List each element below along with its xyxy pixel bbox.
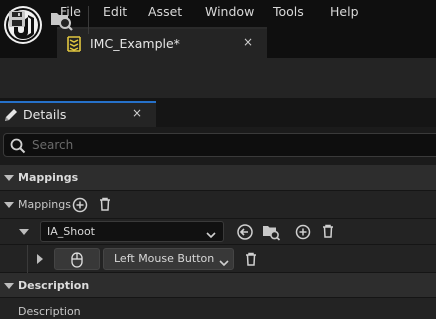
mappings-label: Mappings [18, 198, 71, 211]
menu-asset[interactable]: Asset [148, 4, 182, 19]
category-mappings[interactable]: Mappings [0, 165, 436, 191]
tab-close-icon[interactable]: × [243, 35, 253, 49]
description-row: Description [0, 298, 436, 319]
collapse-arrow-icon[interactable] [4, 283, 14, 289]
key-mapping-row: Left Mouse Button [0, 245, 436, 273]
input-action-dropdown[interactable]: IA_Shoot [40, 221, 224, 242]
menu-window[interactable]: Window [205, 4, 254, 19]
expand-arrow-right-icon[interactable] [37, 254, 43, 264]
menu-edit[interactable]: Edit [103, 4, 127, 19]
expand-arrow-icon[interactable] [4, 202, 14, 208]
add-mapping-icon[interactable] [72, 197, 88, 217]
category-description[interactable]: Description [0, 273, 436, 298]
chevron-down-icon [205, 226, 217, 245]
search-icon [10, 138, 26, 158]
search-box[interactable] [3, 133, 436, 157]
trash-icon[interactable] [243, 251, 259, 271]
details-close-icon[interactable]: × [132, 106, 142, 120]
toolbar-divider [88, 6, 89, 34]
add-key-mapping-icon[interactable] [295, 224, 311, 244]
input-mapping-context-icon [65, 35, 83, 57]
browse-to-asset-icon[interactable] [48, 7, 74, 33]
use-selected-asset-icon[interactable] [236, 223, 254, 245]
key-selector-dropdown[interactable]: Left Mouse Button [103, 248, 234, 270]
mappings-row: Mappings [0, 191, 436, 219]
input-action-value: IA_Shoot [47, 225, 95, 238]
details-label: Details [23, 107, 67, 122]
description-label: Description [18, 305, 81, 318]
key-capture-button[interactable] [54, 248, 100, 270]
expand-arrow-icon[interactable] [19, 229, 29, 235]
key-selector-value: Left Mouse Button [114, 252, 215, 265]
browse-asset-icon[interactable] [261, 222, 281, 246]
toolbar [0, 58, 436, 98]
chevron-down-icon [218, 254, 230, 273]
menu-help[interactable]: Help [330, 4, 359, 19]
save-icon[interactable] [6, 8, 28, 30]
trash-icon[interactable] [320, 223, 336, 243]
search-input[interactable] [32, 137, 412, 153]
mouse-icon [71, 252, 83, 272]
tab-label: IMC_Example* [90, 36, 180, 51]
trash-icon[interactable] [97, 196, 113, 216]
menu-tools[interactable]: Tools [273, 4, 304, 19]
action-mapping-row: IA_Shoot [0, 219, 436, 245]
collapse-arrow-icon[interactable] [4, 175, 14, 181]
tab-details[interactable]: Details × [0, 101, 156, 127]
category-label: Mappings [18, 171, 79, 184]
pencil-icon [3, 107, 19, 127]
category-label: Description [18, 279, 90, 292]
indent-guide [27, 245, 28, 273]
